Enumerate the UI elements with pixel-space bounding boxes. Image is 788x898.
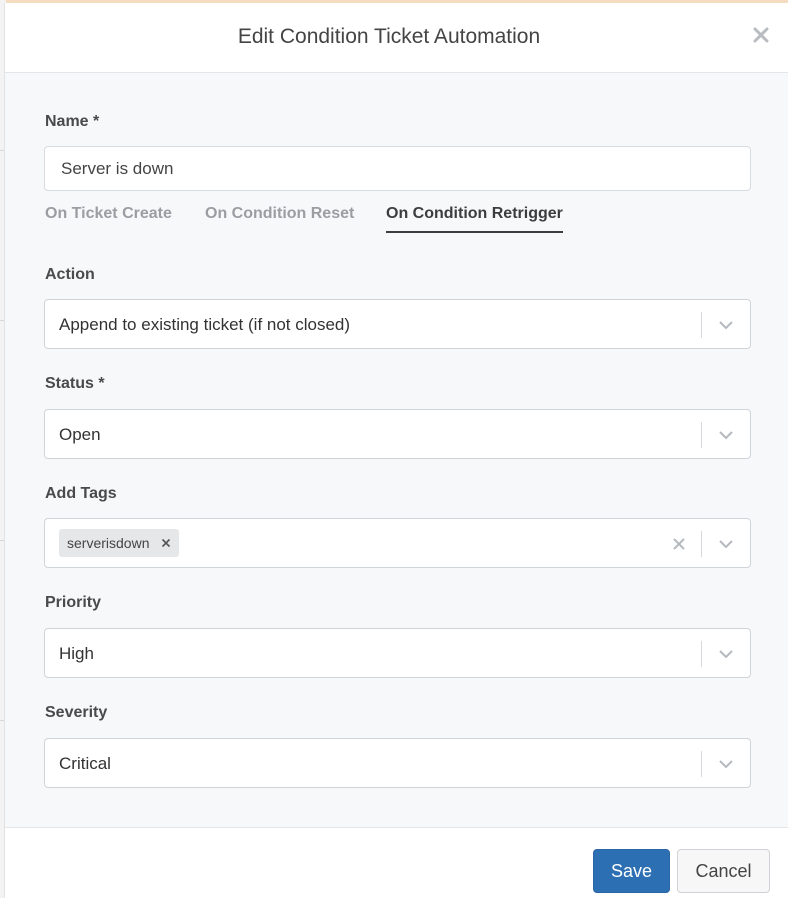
select-separator (701, 531, 702, 557)
chevron-down-icon (719, 540, 733, 549)
status-select-value: Open (59, 425, 101, 444)
tag-chip-label: serverisdown (67, 535, 150, 551)
chevron-down-icon (719, 321, 733, 330)
save-button[interactable]: Save (593, 849, 670, 893)
name-input[interactable] (44, 146, 751, 191)
severity-select[interactable]: Critical (44, 738, 751, 788)
status-label: Status * (45, 375, 105, 392)
add-tags-select[interactable]: serverisdown (44, 518, 751, 568)
priority-select[interactable]: High (44, 628, 751, 678)
severity-select-value: Critical (59, 754, 111, 773)
chevron-down-icon (719, 760, 733, 769)
action-label: Action (45, 266, 95, 283)
modal-footer: Save Cancel (5, 827, 788, 898)
action-select[interactable]: Append to existing ticket (if not closed… (44, 299, 751, 349)
modal-title: Edit Condition Ticket Automation (237, 25, 541, 48)
add-tags-label: Add Tags (45, 485, 117, 502)
tab-on-ticket-create[interactable]: On Ticket Create (45, 205, 172, 231)
cancel-button[interactable]: Cancel (677, 849, 770, 893)
select-separator (701, 422, 702, 448)
priority-label: Priority (45, 594, 102, 611)
action-select-value: Append to existing ticket (if not closed… (59, 315, 351, 334)
tab-on-condition-reset[interactable]: On Condition Reset (205, 205, 354, 231)
chevron-down-icon (719, 650, 733, 659)
select-separator (701, 751, 702, 777)
priority-select-value: High (59, 644, 94, 663)
close-button[interactable] (749, 23, 773, 47)
chevron-down-icon (719, 431, 733, 440)
tab-on-condition-retrigger[interactable]: On Condition Retrigger (386, 205, 563, 233)
remove-tag-icon[interactable] (161, 538, 171, 548)
select-separator (701, 312, 702, 338)
severity-label: Severity (45, 704, 108, 721)
close-icon (753, 27, 769, 43)
modal-header: Edit Condition Ticket Automation (5, 3, 788, 73)
select-separator (701, 641, 702, 667)
edit-automation-modal: Edit Condition Ticket Automation Name * … (4, 3, 788, 898)
tag-chip: serverisdown (59, 529, 180, 557)
clear-icon[interactable] (670, 535, 688, 553)
name-label: Name * (45, 113, 100, 130)
status-select[interactable]: Open (44, 409, 751, 459)
